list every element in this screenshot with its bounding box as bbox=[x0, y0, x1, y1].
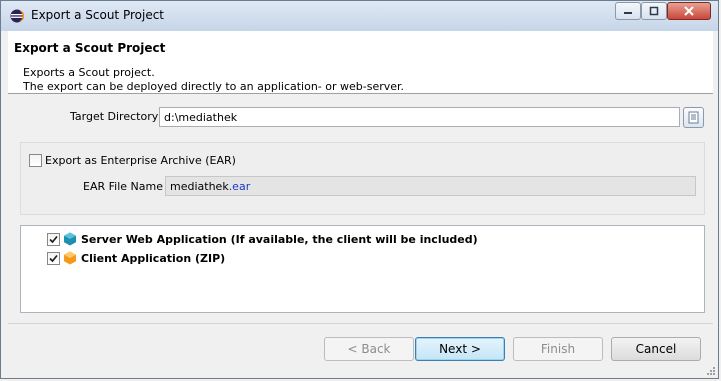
ear-file-extension: .ear bbox=[228, 180, 251, 193]
title-bar: Export a Scout Project bbox=[1, 1, 718, 31]
page-description-line2: The export can be deployed directly to a… bbox=[23, 80, 405, 93]
page-description-line1: Exports a Scout project. bbox=[23, 66, 155, 79]
close-icon bbox=[684, 6, 694, 16]
server-app-icon bbox=[64, 232, 76, 246]
wizard-header: Export a Scout Project Exports a Scout p… bbox=[8, 31, 713, 94]
minimize-icon bbox=[624, 12, 632, 14]
minimize-button[interactable] bbox=[615, 2, 641, 20]
target-directory-label: Target Directory bbox=[70, 110, 159, 123]
target-directory-input[interactable]: d:\mediathek bbox=[159, 107, 680, 127]
ear-checkbox[interactable] bbox=[29, 154, 42, 167]
checkmark-icon bbox=[49, 254, 58, 263]
maximize-button[interactable] bbox=[641, 2, 667, 20]
button-bar-separator bbox=[8, 323, 713, 324]
export-dialog: Export a Scout Project Export a Scout Pr… bbox=[0, 0, 719, 379]
back-button[interactable]: < Back bbox=[324, 337, 414, 361]
client-app-checkbox[interactable] bbox=[47, 252, 60, 265]
resize-grip-icon[interactable] bbox=[706, 366, 716, 376]
browse-button[interactable] bbox=[683, 107, 704, 128]
application-list: Server Web Application (If available, th… bbox=[20, 225, 705, 313]
ear-file-name-label: EAR File Name bbox=[83, 180, 163, 193]
ear-checkbox-label: Export as Enterprise Archive (EAR) bbox=[45, 154, 236, 167]
page-title: Export a Scout Project bbox=[14, 41, 166, 55]
ear-file-name-input[interactable]: mediathek.ear bbox=[165, 176, 696, 196]
window-title: Export a Scout Project bbox=[31, 8, 165, 22]
server-app-checkbox[interactable] bbox=[47, 233, 60, 246]
ear-file-name-base: mediathek bbox=[170, 180, 229, 193]
ear-group: Export as Enterprise Archive (EAR) EAR F… bbox=[20, 142, 705, 215]
next-button[interactable]: Next > bbox=[415, 337, 505, 361]
finish-button[interactable]: Finish bbox=[513, 337, 603, 361]
browse-folder-icon bbox=[688, 111, 699, 124]
client-app-icon bbox=[64, 251, 76, 265]
server-app-label: Server Web Application (If available, th… bbox=[81, 233, 478, 246]
eclipse-icon bbox=[10, 9, 24, 23]
close-button[interactable] bbox=[667, 2, 711, 20]
maximize-icon bbox=[649, 6, 659, 16]
checkmark-icon bbox=[49, 235, 58, 244]
client-app-label: Client Application (ZIP) bbox=[81, 252, 226, 265]
cancel-button[interactable]: Cancel bbox=[611, 337, 701, 361]
